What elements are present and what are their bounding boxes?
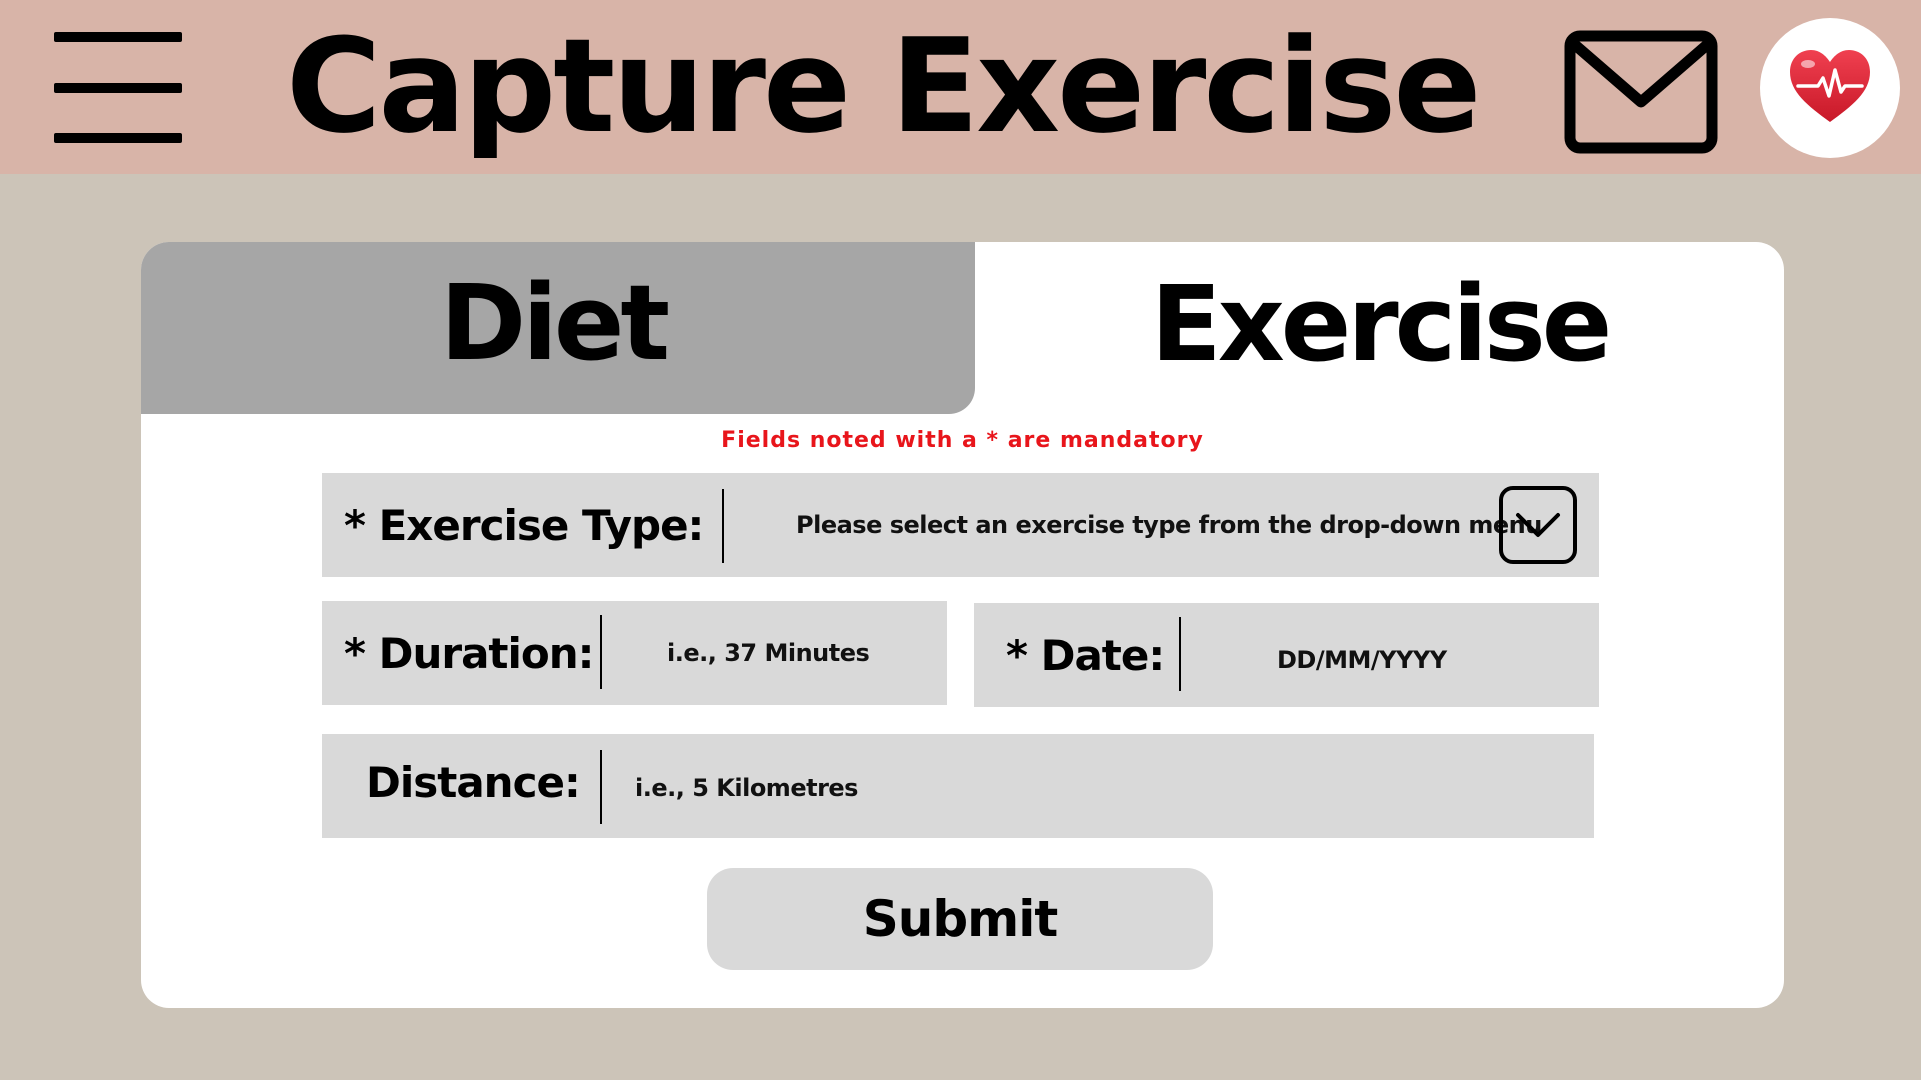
field-divider [600, 615, 602, 689]
health-profile-button[interactable] [1760, 18, 1900, 158]
date-label: * Date: [1006, 630, 1165, 680]
mail-icon[interactable] [1564, 30, 1718, 154]
exercise-type-select[interactable]: Please select an exercise type from the … [796, 473, 1542, 577]
hamburger-menu-icon[interactable] [54, 32, 182, 144]
exercise-type-label: * Exercise Type: [344, 500, 704, 550]
duration-field[interactable]: * Duration: i.e., 37 Minutes [322, 601, 947, 705]
submit-button[interactable]: Submit [707, 868, 1213, 970]
duration-label: * Duration: [344, 628, 594, 678]
tab-exercise[interactable]: Exercise [975, 242, 1784, 414]
dropdown-button[interactable] [1499, 486, 1577, 564]
page-title: Capture Exercise [286, 10, 1482, 162]
menu-line [54, 83, 182, 93]
field-divider [600, 750, 602, 824]
date-input[interactable]: DD/MM/YYYY [1277, 603, 1447, 707]
distance-input[interactable]: i.e., 5 Kilometres [635, 734, 858, 838]
field-divider [722, 489, 724, 563]
mandatory-note: Fields noted with a * are mandatory [721, 428, 1204, 453]
field-divider [1179, 617, 1181, 691]
tab-diet[interactable]: Diet [141, 242, 975, 414]
app-header: Capture Exercise [0, 0, 1921, 174]
heart-pulse-icon [1790, 50, 1870, 122]
menu-line [54, 32, 182, 42]
exercise-type-field[interactable]: * Exercise Type: Please select an exerci… [322, 473, 1599, 577]
chevron-down-icon [1516, 513, 1560, 537]
tab-diet-label: Diet [439, 262, 670, 384]
distance-field[interactable]: Distance: i.e., 5 Kilometres [322, 734, 1594, 838]
duration-input[interactable]: i.e., 37 Minutes [667, 601, 870, 705]
tab-exercise-label: Exercise [1150, 263, 1613, 385]
exercise-form-card: Diet Exercise Fields noted with a * are … [141, 242, 1784, 1008]
menu-line [54, 133, 182, 143]
distance-label: Distance: [366, 757, 581, 807]
date-field[interactable]: * Date: DD/MM/YYYY [974, 603, 1599, 707]
